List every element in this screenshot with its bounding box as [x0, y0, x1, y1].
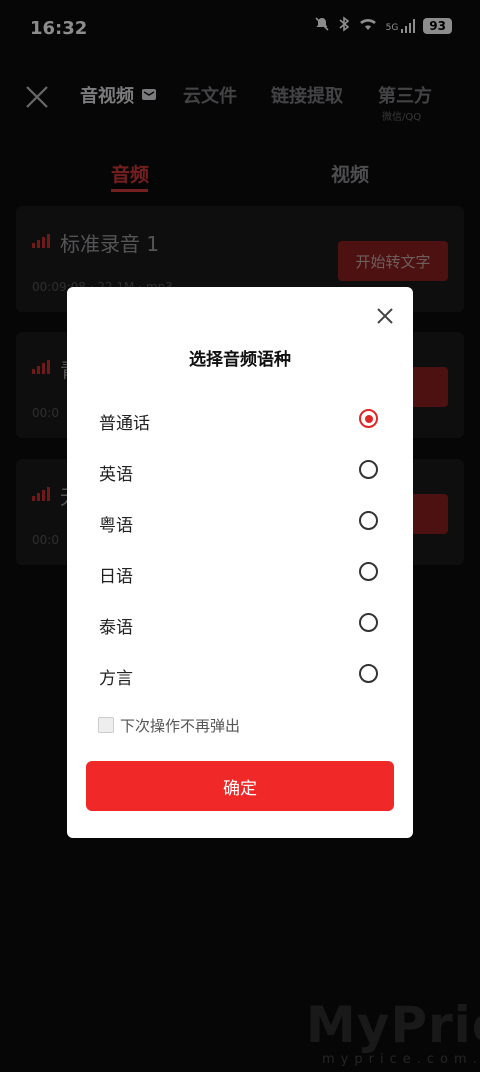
dialog-title: 选择音频语种 [189, 350, 291, 370]
language-option-thai[interactable]: 泰语 [67, 603, 413, 645]
language-option-mandarin[interactable]: 普通话 [67, 399, 413, 441]
close-icon[interactable] [374, 305, 396, 327]
dont-show-again-label: 下次操作不再弹出 [120, 717, 241, 735]
radio-button[interactable] [359, 664, 378, 683]
option-label: 英语 [99, 465, 133, 485]
option-label: 粤语 [99, 516, 133, 536]
option-label: 日语 [99, 567, 133, 587]
language-option-dialect[interactable]: 方言 [67, 654, 413, 696]
language-option-japanese[interactable]: 日语 [67, 552, 413, 594]
option-label: 泰语 [99, 618, 133, 638]
radio-button[interactable] [359, 613, 378, 632]
radio-button[interactable] [359, 511, 378, 530]
watermark-url: myprice.com.cn [322, 1052, 480, 1067]
dont-show-again-checkbox[interactable] [98, 717, 114, 733]
radio-button[interactable] [359, 562, 378, 581]
option-label: 方言 [99, 669, 133, 689]
confirm-button[interactable]: 确定 [86, 761, 394, 811]
radio-button-selected[interactable] [359, 409, 378, 428]
language-option-cantonese[interactable]: 粤语 [67, 501, 413, 543]
option-label: 普通话 [99, 414, 150, 434]
radio-button[interactable] [359, 460, 378, 479]
language-dialog: 选择音频语种 普通话 英语 粤语 日语 泰语 方言 下次操作不再弹出 确定 [67, 287, 413, 838]
watermark-logo: MyPrice [306, 996, 480, 1054]
language-option-english[interactable]: 英语 [67, 450, 413, 492]
